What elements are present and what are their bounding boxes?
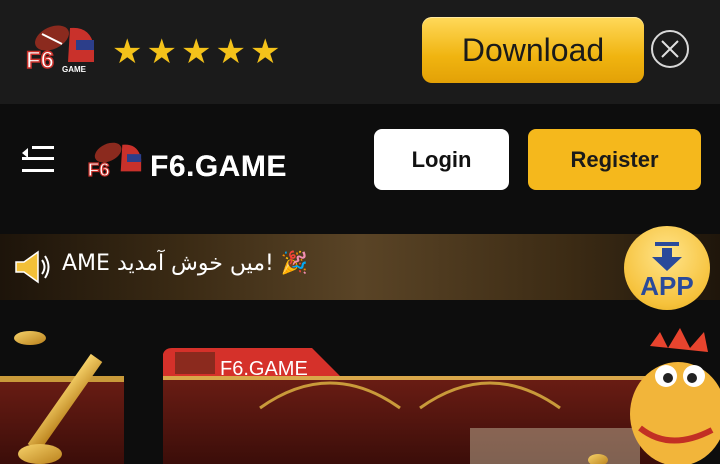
- download-button[interactable]: Download: [422, 17, 644, 83]
- svg-text:F6: F6: [26, 47, 54, 74]
- login-button[interactable]: Login: [374, 129, 509, 190]
- hero-banner[interactable]: F6.GAME: [0, 318, 720, 464]
- rating-stars: ★ ★ ★ ★ ★: [112, 34, 280, 70]
- app-label: APP: [640, 271, 694, 301]
- hero-brand-tag: F6.GAME: [220, 358, 308, 380]
- brand-logo-mark[interactable]: F6: [84, 140, 148, 184]
- svg-text:F6: F6: [88, 159, 110, 180]
- app-logo: F6 GAME: [22, 22, 102, 78]
- close-banner-button[interactable]: [651, 30, 689, 68]
- svg-text:GAME: GAME: [62, 65, 87, 74]
- download-banner: F6 GAME ★ ★ ★ ★ ★ Download: [0, 0, 720, 104]
- app-download-button[interactable]: APP: [624, 226, 710, 310]
- star-icon: ★: [215, 32, 246, 72]
- star-icon: ★: [112, 32, 143, 72]
- register-button[interactable]: Register: [528, 129, 701, 190]
- announcement-text: AME میں خوش آمدید! 🎉: [62, 251, 309, 276]
- announcement-marquee: AME میں خوش آمدید! 🎉: [0, 234, 720, 300]
- star-icon: ★: [180, 32, 212, 72]
- site-header: F6 F6.GAME Login Register: [0, 104, 720, 230]
- speaker-icon: [15, 250, 50, 284]
- menu-icon: [22, 146, 54, 172]
- star-icon: ★: [249, 32, 281, 72]
- download-arrow-icon: [652, 242, 682, 271]
- hero-artwork: [0, 328, 720, 464]
- brand-name: F6.GAME: [150, 150, 287, 183]
- menu-toggle-button[interactable]: [20, 144, 56, 176]
- star-icon: ★: [146, 32, 177, 72]
- close-icon: [661, 40, 679, 58]
